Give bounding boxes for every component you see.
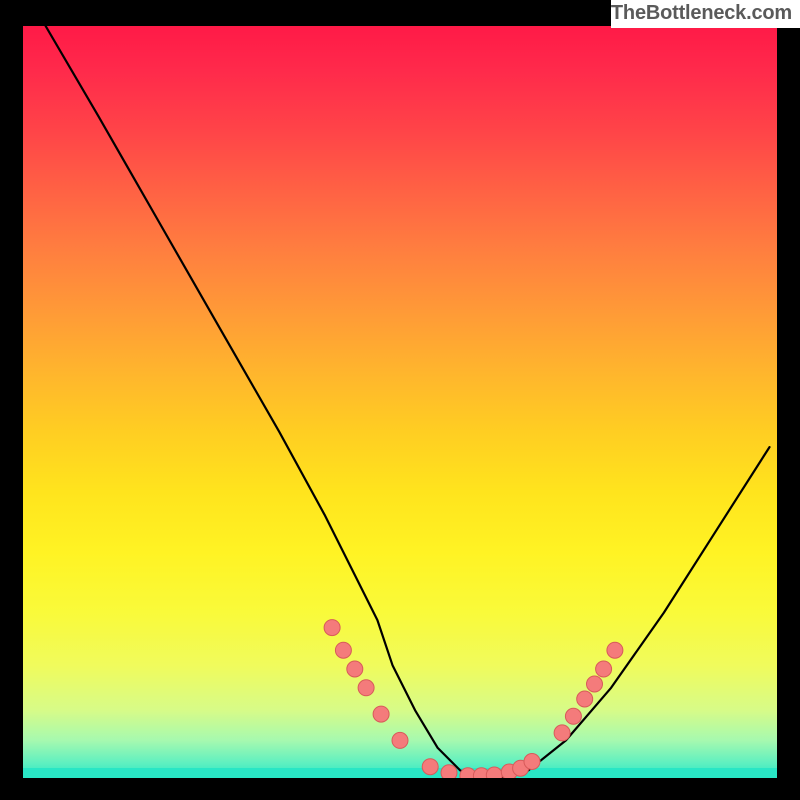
data-dot: [596, 661, 612, 677]
data-dot: [373, 706, 389, 722]
data-dot: [554, 725, 570, 741]
data-dot: [392, 732, 408, 748]
data-dot: [441, 765, 457, 778]
attribution-label: TheBottleneck.com: [611, 0, 800, 28]
data-dot: [587, 676, 603, 692]
data-dot: [565, 708, 581, 724]
data-dot: [577, 691, 593, 707]
data-dot: [335, 642, 351, 658]
data-dot: [324, 620, 340, 636]
curve-svg: [23, 26, 777, 778]
bottleneck-curve: [46, 26, 770, 778]
data-dot: [607, 642, 623, 658]
data-dot: [524, 754, 540, 770]
data-dot: [347, 661, 363, 677]
plot-area: [23, 26, 777, 778]
chart-frame: TheBottleneck.com: [0, 0, 800, 800]
data-dot: [422, 759, 438, 775]
data-dots: [324, 620, 623, 778]
data-dot: [358, 680, 374, 696]
data-dot: [486, 767, 502, 778]
